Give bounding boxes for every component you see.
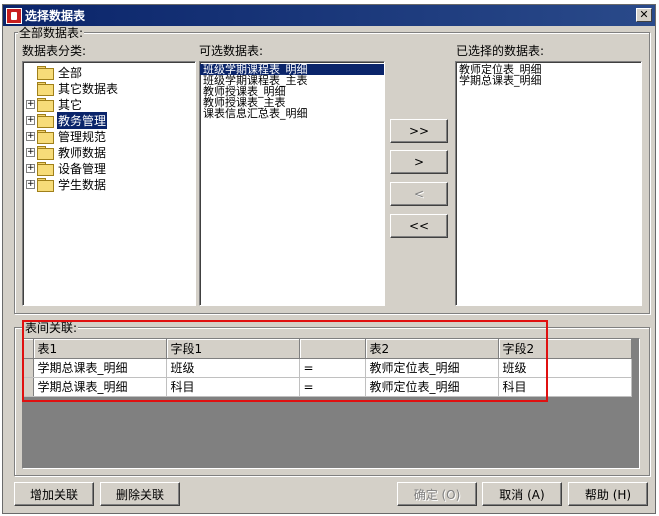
remove-one-button[interactable]: < <box>390 182 448 206</box>
select-table-dialog: 选择数据表 ✕ 全部数据表: 数据表分类: 可选数据表: 已选择的数据表: 全部… <box>2 4 656 514</box>
tree-item-label: 教师数据 <box>58 145 107 160</box>
tree-item[interactable]: 全部 <box>26 64 83 80</box>
tree-item[interactable]: + 教师数据 <box>26 144 107 160</box>
relation-cell-table1[interactable]: 学期总课表_明细 <box>33 377 167 397</box>
column-header-field2[interactable]: 字段2 <box>498 339 632 359</box>
expand-icon[interactable]: + <box>26 131 35 141</box>
relation-cell-operator[interactable]: = <box>299 358 366 378</box>
relation-cell-field2[interactable]: 班级 <box>498 358 632 378</box>
folder-icon <box>37 82 54 96</box>
relations-group-title: 表间关联: <box>24 321 79 335</box>
tree-item[interactable]: + 设备管理 <box>26 160 107 176</box>
remove-all-button[interactable]: << <box>390 214 448 238</box>
tree-item-label: 全部 <box>58 65 83 80</box>
relation-cell-table2[interactable]: 教师定位表_明细 <box>365 377 499 397</box>
delete-relation-button[interactable]: 删除关联 <box>100 482 180 506</box>
tree-item[interactable]: + 其它 <box>26 96 83 112</box>
tree-item-label: 教务管理 <box>55 110 109 130</box>
selected-tables-list[interactable]: 教师定位表_明细 学期总课表_明细 <box>455 61 642 306</box>
column-header-field1[interactable]: 字段1 <box>166 339 300 359</box>
close-button[interactable]: ✕ <box>636 8 652 22</box>
relation-row[interactable]: 学期总课表_明细 科目 = 教师定位表_明细 科目 <box>23 377 632 397</box>
available-tables-list[interactable]: 班级学期课程表_明细 班级学期课程表_主表 教师授课表_明细 教师授课表_主表 课表信息… <box>199 61 385 306</box>
add-all-button[interactable]: >> <box>390 119 448 143</box>
expand-icon[interactable]: + <box>26 179 35 189</box>
relation-cell-table2[interactable]: 教师定位表_明细 <box>365 358 499 378</box>
relation-row[interactable]: 学期总课表_明细 班级 = 教师定位表_明细 班级 <box>23 358 632 378</box>
folder-icon <box>37 178 54 192</box>
expand-icon[interactable]: + <box>26 99 35 109</box>
selected-tables-label: 已选择的数据表: <box>456 44 545 58</box>
relations-header-row: 表1 字段1 表2 字段2 <box>23 339 632 359</box>
app-icon <box>6 7 22 24</box>
category-tree[interactable]: 全部 其它数据表 + 其它 + 教务管理 + 管理规范 + 教师数据 + 设备管理 + 学生数据 <box>22 61 196 306</box>
available-tables-label: 可选数据表: <box>199 44 264 58</box>
relations-grid[interactable]: 表1 字段1 表2 字段2 学期总课表_明细 班级 = 教师定位表_明细 班级 <box>22 338 640 469</box>
column-header-table1[interactable]: 表1 <box>33 339 167 359</box>
relation-cell-field1[interactable]: 科目 <box>166 377 300 397</box>
relation-cell-table1[interactable]: 学期总课表_明细 <box>33 358 167 378</box>
available-table-item[interactable]: 课表信息汇总表_明细 <box>200 108 384 119</box>
window-title: 选择数据表 <box>25 9 86 23</box>
all-tables-group-title: 全部数据表: <box>18 26 85 40</box>
expand-icon[interactable]: + <box>26 163 35 173</box>
title-bar[interactable]: 选择数据表 ✕ <box>3 5 655 26</box>
column-header-table2[interactable]: 表2 <box>365 339 499 359</box>
expand-icon[interactable]: + <box>26 115 35 125</box>
category-label: 数据表分类: <box>22 44 87 58</box>
tree-item-label: 管理规范 <box>58 129 107 144</box>
row-header[interactable] <box>23 358 34 378</box>
tree-item-label: 设备管理 <box>58 161 107 176</box>
folder-icon <box>37 130 54 144</box>
folder-icon <box>37 114 54 128</box>
cancel-button[interactable]: 取消 (A) <box>482 482 562 506</box>
tree-item-label: 学生数据 <box>58 177 107 192</box>
help-button[interactable]: 帮助 (H) <box>568 482 648 506</box>
add-one-button[interactable]: > <box>390 150 448 174</box>
relation-cell-field1[interactable]: 班级 <box>166 358 300 378</box>
relation-cell-field2[interactable]: 科目 <box>498 377 632 397</box>
tree-item-label: 其它 <box>58 97 83 112</box>
row-header-corner <box>23 339 34 359</box>
expand-icon[interactable]: + <box>26 147 35 157</box>
tree-item[interactable]: + 学生数据 <box>26 176 107 192</box>
selected-table-item[interactable]: 学期总课表_明细 <box>456 75 641 86</box>
tree-item[interactable]: + 教务管理 <box>26 110 109 130</box>
tree-item[interactable]: 其它数据表 <box>26 80 119 96</box>
relation-cell-operator[interactable]: = <box>299 377 366 397</box>
folder-icon <box>37 146 54 160</box>
add-relation-button[interactable]: 增加关联 <box>14 482 94 506</box>
column-header-operator[interactable] <box>299 339 366 359</box>
folder-icon <box>37 162 54 176</box>
folder-icon <box>37 98 54 112</box>
ok-button[interactable]: 确定 (O) <box>397 482 477 506</box>
tree-item-label: 其它数据表 <box>58 81 119 96</box>
row-header[interactable] <box>23 377 34 397</box>
tree-item[interactable]: + 管理规范 <box>26 128 107 144</box>
relations-table: 表1 字段1 表2 字段2 学期总课表_明细 班级 = 教师定位表_明细 班级 <box>23 339 632 397</box>
folder-icon <box>37 66 54 80</box>
